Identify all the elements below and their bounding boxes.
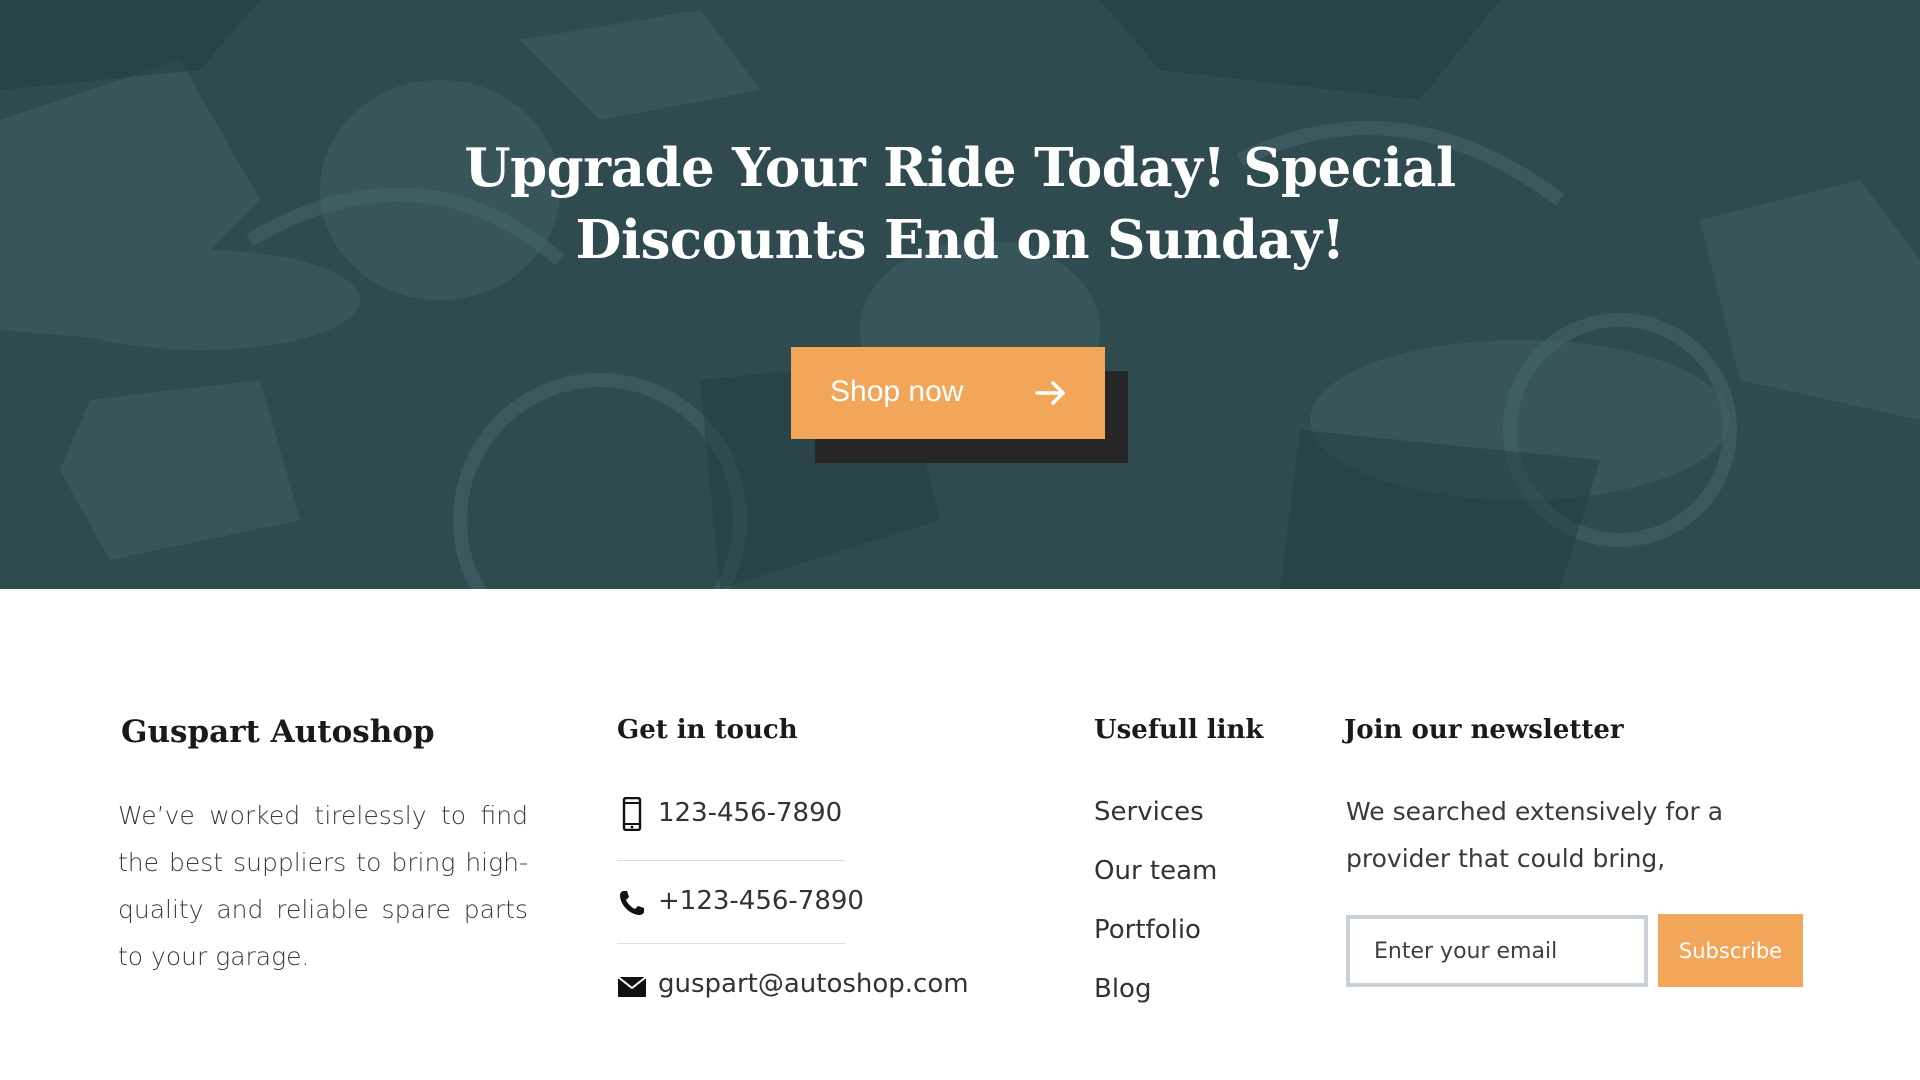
hero-color-overlay <box>0 0 1920 589</box>
arrow-right-icon <box>1035 381 1065 405</box>
contact-phone-text: +123-456-7890 <box>658 886 864 916</box>
shop-now-label: Shop now <box>830 375 964 408</box>
about-column: Guspart Autoshop We’ve worked tirelessly… <box>118 706 528 980</box>
contact-item-phone[interactable]: +123-456-7890 <box>617 881 977 921</box>
footer-link-our-team[interactable]: Our team <box>1094 853 1217 889</box>
newsletter-column: Join our newsletter We searched extensiv… <box>1344 710 1804 987</box>
newsletter-email-input[interactable] <box>1346 915 1648 987</box>
envelope-icon <box>617 976 647 997</box>
hero-title-line-2: Discounts End on Sunday! <box>575 209 1345 271</box>
useful-links-heading: Usefull link <box>1094 715 1264 745</box>
hero-title: Upgrade Your Ride Today! Special Discount… <box>460 132 1460 276</box>
contact-mobile-text: 123-456-7890 <box>658 798 843 828</box>
about-text: We’ve worked tirelessly to find the best… <box>118 801 528 971</box>
shop-now-button[interactable]: Shop now <box>791 347 1105 439</box>
contact-item-mobile[interactable]: 123-456-7890 <box>617 793 977 833</box>
useful-links-column: Usefull link Services Our team Portfolio… <box>1094 710 1294 1004</box>
contact-column: Get in touch 123-456-7890 +123-456-7890 <box>617 710 977 999</box>
contact-email-text: guspart@autoshop.com <box>658 969 969 999</box>
subscribe-button[interactable]: Subscribe <box>1658 914 1803 987</box>
mobile-phone-icon <box>622 797 642 831</box>
newsletter-heading: Join our newsletter <box>1344 715 1624 745</box>
footer-link-blog[interactable]: Blog <box>1094 971 1151 1007</box>
brand-heading: Guspart Autoshop <box>121 714 435 750</box>
hero-title-line-1: Upgrade Your Ride Today! Special <box>464 137 1456 199</box>
hero-banner: Upgrade Your Ride Today! Special Discount… <box>0 0 1920 589</box>
footer-link-services[interactable]: Services <box>1094 794 1204 830</box>
contact-item-email[interactable]: guspart@autoshop.com <box>617 964 977 1004</box>
contact-divider <box>617 943 845 944</box>
phone-icon <box>620 891 644 915</box>
newsletter-text: We searched extensively for a provider t… <box>1346 797 1724 873</box>
contact-heading: Get in touch <box>617 715 798 745</box>
footer-link-portfolio[interactable]: Portfolio <box>1094 912 1201 948</box>
contact-divider <box>617 860 845 861</box>
